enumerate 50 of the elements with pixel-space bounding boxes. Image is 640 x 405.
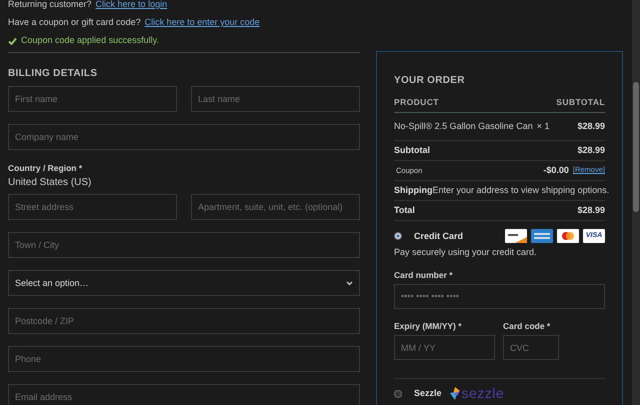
text-field[interactable]: Phone	[8, 346, 360, 372]
scrollbar[interactable]	[632, 0, 640, 405]
product-name: No-Spill® 2.5 Gallon Gasoline Can	[394, 121, 533, 132]
order-heading: YOUR ORDER	[394, 75, 466, 87]
field-label: Expiry (MM/YY) *	[394, 320, 463, 332]
success-message: Coupon code applied successfully.	[21, 36, 159, 45]
card-logo-icon	[505, 229, 527, 243]
notice-text: Returning customer?	[8, 0, 92, 9]
text-field[interactable]: Town / City	[8, 232, 360, 258]
card-number-field[interactable]: •••• •••• •••• ••••	[394, 284, 605, 309]
text-field[interactable]: Apartment, suite, unit, etc. (optional)	[191, 194, 360, 220]
notice-link[interactable]: Click here to login	[96, 0, 168, 9]
card-logo-icon	[557, 229, 579, 243]
card-logo-icon	[531, 229, 553, 243]
field-label: Card number *	[394, 270, 454, 280]
text-field[interactable]: Street address	[8, 194, 177, 220]
text-field[interactable]: Last name	[191, 86, 360, 112]
text-field[interactable]: Postcode / ZIP	[8, 308, 360, 334]
check-icon	[8, 36, 17, 44]
notice-text: Have a coupon or gift card code?	[8, 18, 141, 27]
row-label: Total	[394, 205, 415, 216]
row-value: $28.99	[577, 205, 605, 216]
chevron-down-icon	[346, 280, 353, 286]
country-value: United States (US)	[8, 177, 92, 190]
expiry-field[interactable]: MM / YY	[394, 335, 495, 360]
text-field[interactable]: First name	[8, 86, 177, 112]
select-field[interactable]: Select an option…	[8, 270, 360, 296]
radio-button[interactable]	[394, 390, 402, 398]
row-label: Shipping	[394, 185, 432, 196]
sezzle-logo: sezzle	[462, 385, 504, 402]
row-label: Subtotal	[394, 145, 430, 156]
logo-icon	[450, 387, 460, 400]
notice-link[interactable]: Click here to enter your code	[144, 18, 260, 27]
text-field[interactable]: Company name	[8, 124, 360, 150]
payment-description: Pay securely using your credit card.	[394, 247, 538, 258]
text-field[interactable]: Email address	[8, 384, 360, 405]
field-label: Card code *	[503, 320, 552, 332]
quantity: × 1	[536, 121, 550, 132]
column-header: PRODUCT	[394, 97, 439, 108]
radio-button[interactable]	[394, 232, 402, 240]
card-code-field[interactable]: CVC	[503, 335, 559, 360]
section-heading: BILLING DETAILS	[8, 68, 98, 80]
row-value: -$0.00	[543, 165, 569, 176]
row-value: $28.99	[577, 145, 605, 156]
payment-label[interactable]: Sezzle	[414, 388, 442, 399]
column-header: SUBTOTAL	[556, 97, 605, 108]
price: $28.99	[577, 121, 605, 132]
field-label: Country / Region *	[8, 163, 84, 174]
payment-label[interactable]: Credit Card	[414, 230, 464, 242]
shipping-note: Enter your address to view shipping options.	[432, 185, 610, 196]
